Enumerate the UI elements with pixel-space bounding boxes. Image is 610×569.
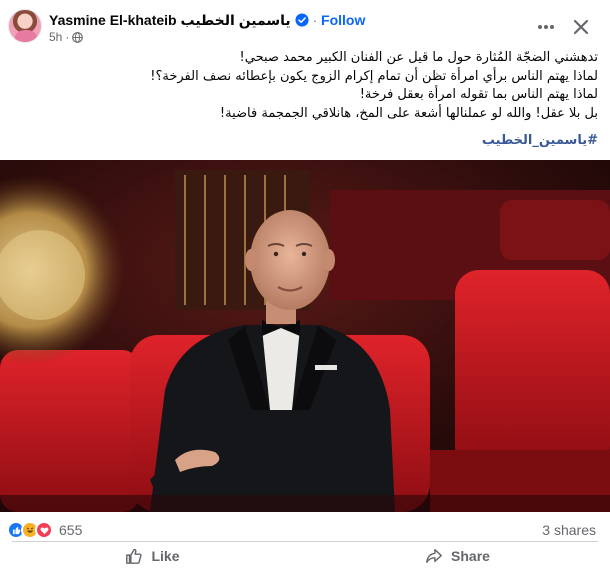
name-separator: · [312, 12, 318, 28]
like-label: Like [151, 548, 180, 564]
share-label: Share [451, 548, 490, 564]
reaction-icons [7, 521, 53, 539]
reaction-count[interactable]: 655 [59, 522, 82, 538]
facebook-post: Yasmine El-khateib ياسمين الخطيب · Follo… [0, 0, 610, 569]
post-line: تدهشني الضجّة المُثارة حول ما قيل عن الف… [239, 50, 598, 65]
verified-badge-icon [295, 13, 309, 27]
post-line: بل بلا عقل! والله لو عملنالها أشعة على ا… [219, 105, 598, 121]
post-photo[interactable] [0, 160, 610, 512]
post-line: لماذا يهتم الناس بما تقوله امرأة بعقل فر… [359, 87, 598, 102]
reaction-summary[interactable]: 655 [7, 519, 82, 541]
share-count[interactable]: 3 shares [542, 522, 596, 538]
post-meta: 5h · [49, 30, 84, 44]
meta-separator: · [65, 30, 70, 44]
more-options-icon [538, 25, 554, 29]
globe-icon[interactable] [72, 31, 84, 43]
post-actions: Like Share [0, 543, 610, 569]
more-options-button[interactable] [536, 17, 556, 37]
post-text: تدهشني الضجّة المُثارة حول ما قيل عن الف… [12, 49, 598, 123]
post-header: Yasmine El-khateib ياسمين الخطيب · Follo… [0, 0, 610, 56]
post-time[interactable]: 5h [49, 30, 62, 44]
share-button[interactable]: Share [305, 543, 610, 569]
post-line: لماذا يهتم الناس برأي امرأة تظن أن تمام … [150, 68, 598, 84]
close-icon [573, 19, 589, 35]
footer-divider [12, 541, 598, 542]
thumbs-up-icon [126, 548, 143, 564]
like-button[interactable]: Like [0, 543, 305, 569]
author-avatar[interactable] [8, 9, 42, 43]
love-icon [35, 521, 53, 539]
theater-portrait-image [0, 160, 610, 512]
hashtag-link[interactable]: #ياسمين_الخطيب [482, 133, 598, 148]
follow-button[interactable]: Follow [321, 12, 365, 28]
author-name[interactable]: Yasmine El-khateib ياسمين الخطيب [49, 12, 291, 29]
close-button[interactable] [570, 16, 592, 38]
share-arrow-icon [426, 548, 442, 564]
author-row: Yasmine El-khateib ياسمين الخطيب · Follo… [49, 11, 365, 29]
